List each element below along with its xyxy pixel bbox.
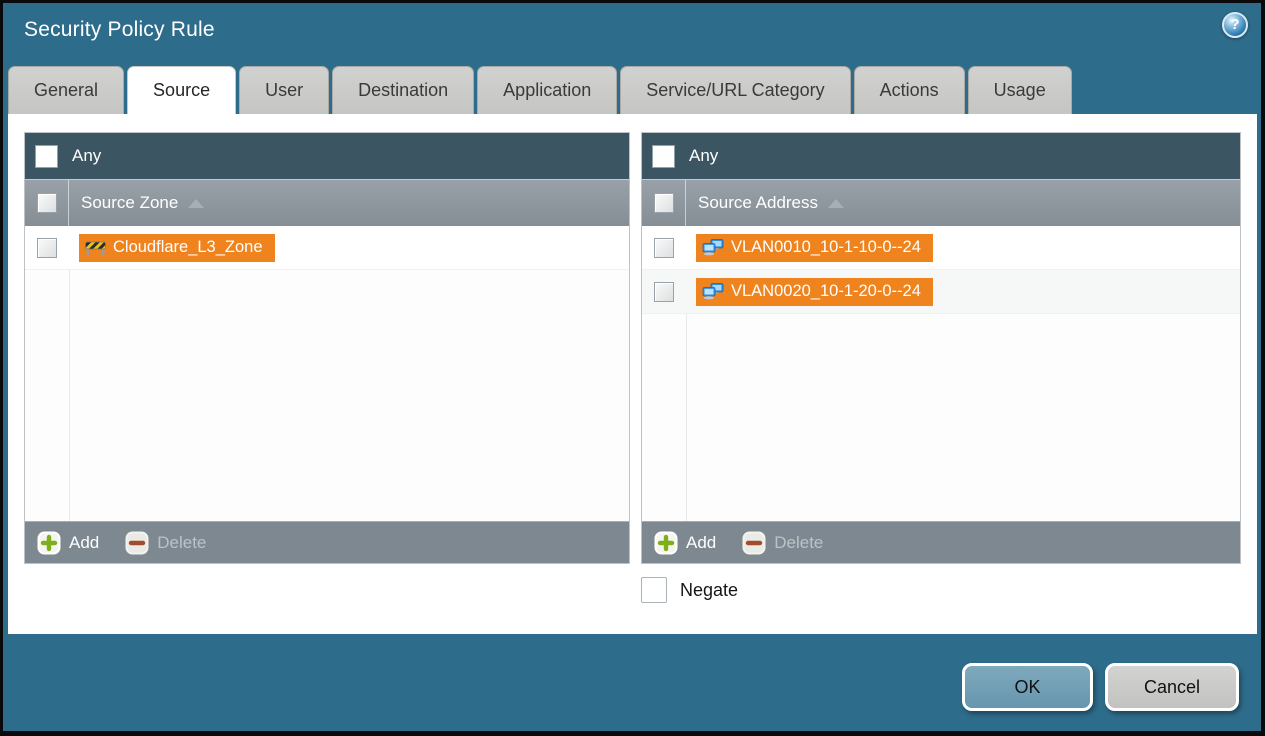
delete-button-label: Delete: [774, 532, 824, 552]
sort-ascending-icon: [188, 198, 205, 208]
source-address-select-all-checkbox[interactable]: [653, 193, 674, 213]
delete-button[interactable]: Delete: [125, 531, 206, 555]
tab-user[interactable]: User: [239, 66, 330, 114]
source-zone-toolbar: Add Delete: [25, 521, 629, 563]
source-address-column-header[interactable]: Source Address: [642, 179, 1240, 226]
negate-checkbox[interactable]: [641, 577, 667, 603]
table-row: Cloudflare_L3_Zone: [25, 226, 629, 270]
tab-general[interactable]: General: [8, 66, 125, 114]
tab-application[interactable]: Application: [477, 66, 618, 114]
delete-icon: [125, 531, 149, 554]
source-tab-content: Any Source Zone Cloudflare_L3_Zone Add D…: [8, 114, 1257, 634]
source-zone-list: Cloudflare_L3_Zone: [25, 226, 629, 521]
source-address-entry-label: VLAN0010_10-1-10-0--24: [731, 238, 921, 256]
delete-button[interactable]: Delete: [742, 531, 823, 555]
source-zone-column-header[interactable]: Source Zone: [25, 179, 629, 226]
source-zone-any-label: Any: [72, 146, 102, 165]
source-address-any-checkbox[interactable]: [652, 144, 675, 168]
row-checkbox[interactable]: [37, 237, 57, 258]
source-address-any-label: Any: [689, 146, 719, 165]
sort-ascending-icon: [828, 198, 845, 208]
zone-icon: [85, 241, 106, 256]
delete-icon: [742, 531, 766, 554]
add-button-label: Add: [686, 532, 717, 552]
source-address-header-label: Source Address: [698, 193, 819, 212]
source-zone-any-checkbox[interactable]: [35, 144, 58, 168]
source-zone-any-row: Any: [25, 133, 629, 179]
source-address-entry[interactable]: VLAN0020_10-1-20-0--24: [696, 277, 933, 306]
add-button-label: Add: [69, 532, 100, 552]
tab-source[interactable]: Source: [127, 66, 237, 114]
table-row: VLAN0010_10-1-10-0--24: [642, 226, 1240, 270]
source-address-entry-label: VLAN0020_10-1-20-0--24: [731, 282, 921, 300]
source-zone-header-label: Source Zone: [81, 193, 179, 212]
source-address-toolbar: Add Delete: [642, 521, 1240, 563]
negate-label: Negate: [680, 579, 739, 600]
add-icon: [654, 531, 678, 554]
dialog-title: Security Policy Rule: [24, 18, 215, 41]
add-icon: [37, 531, 61, 554]
delete-button-label: Delete: [157, 532, 207, 552]
help-icon[interactable]: ?: [1222, 12, 1248, 38]
tab-actions[interactable]: Actions: [853, 66, 965, 114]
network-icon: [702, 283, 724, 300]
ok-button[interactable]: OK: [962, 663, 1093, 711]
source-zone-entry-label: Cloudflare_L3_Zone: [113, 238, 263, 256]
row-checkbox[interactable]: [654, 237, 674, 258]
source-address-list: VLAN0010_10-1-10-0--24 VLAN0020_10-1-20-…: [642, 226, 1240, 521]
add-button[interactable]: Add: [37, 531, 99, 555]
tab-bar: General Source User Destination Applicat…: [8, 66, 1072, 114]
cancel-button[interactable]: Cancel: [1105, 663, 1239, 711]
add-button[interactable]: Add: [654, 531, 716, 555]
tab-usage[interactable]: Usage: [967, 66, 1072, 114]
source-address-any-row: Any: [642, 133, 1240, 179]
source-zone-table: Any Source Zone Cloudflare_L3_Zone Add D…: [24, 132, 630, 564]
source-address-table: Any Source Address VLAN0010_10-1-10-0--2…: [641, 132, 1241, 564]
row-checkbox[interactable]: [654, 281, 674, 302]
titlebar: Security Policy Rule ?: [3, 3, 1261, 66]
network-icon: [702, 239, 724, 256]
security-policy-rule-dialog: Security Policy Rule ? General Source Us…: [3, 3, 1261, 731]
tab-service-url-category[interactable]: Service/URL Category: [620, 66, 851, 114]
source-zone-select-all-checkbox[interactable]: [36, 193, 57, 213]
tab-destination[interactable]: Destination: [332, 66, 475, 114]
source-zone-entry[interactable]: Cloudflare_L3_Zone: [79, 233, 275, 262]
source-address-entry[interactable]: VLAN0010_10-1-10-0--24: [696, 233, 933, 262]
table-row: VLAN0020_10-1-20-0--24: [642, 270, 1240, 314]
negate-row: Negate: [641, 577, 738, 603]
